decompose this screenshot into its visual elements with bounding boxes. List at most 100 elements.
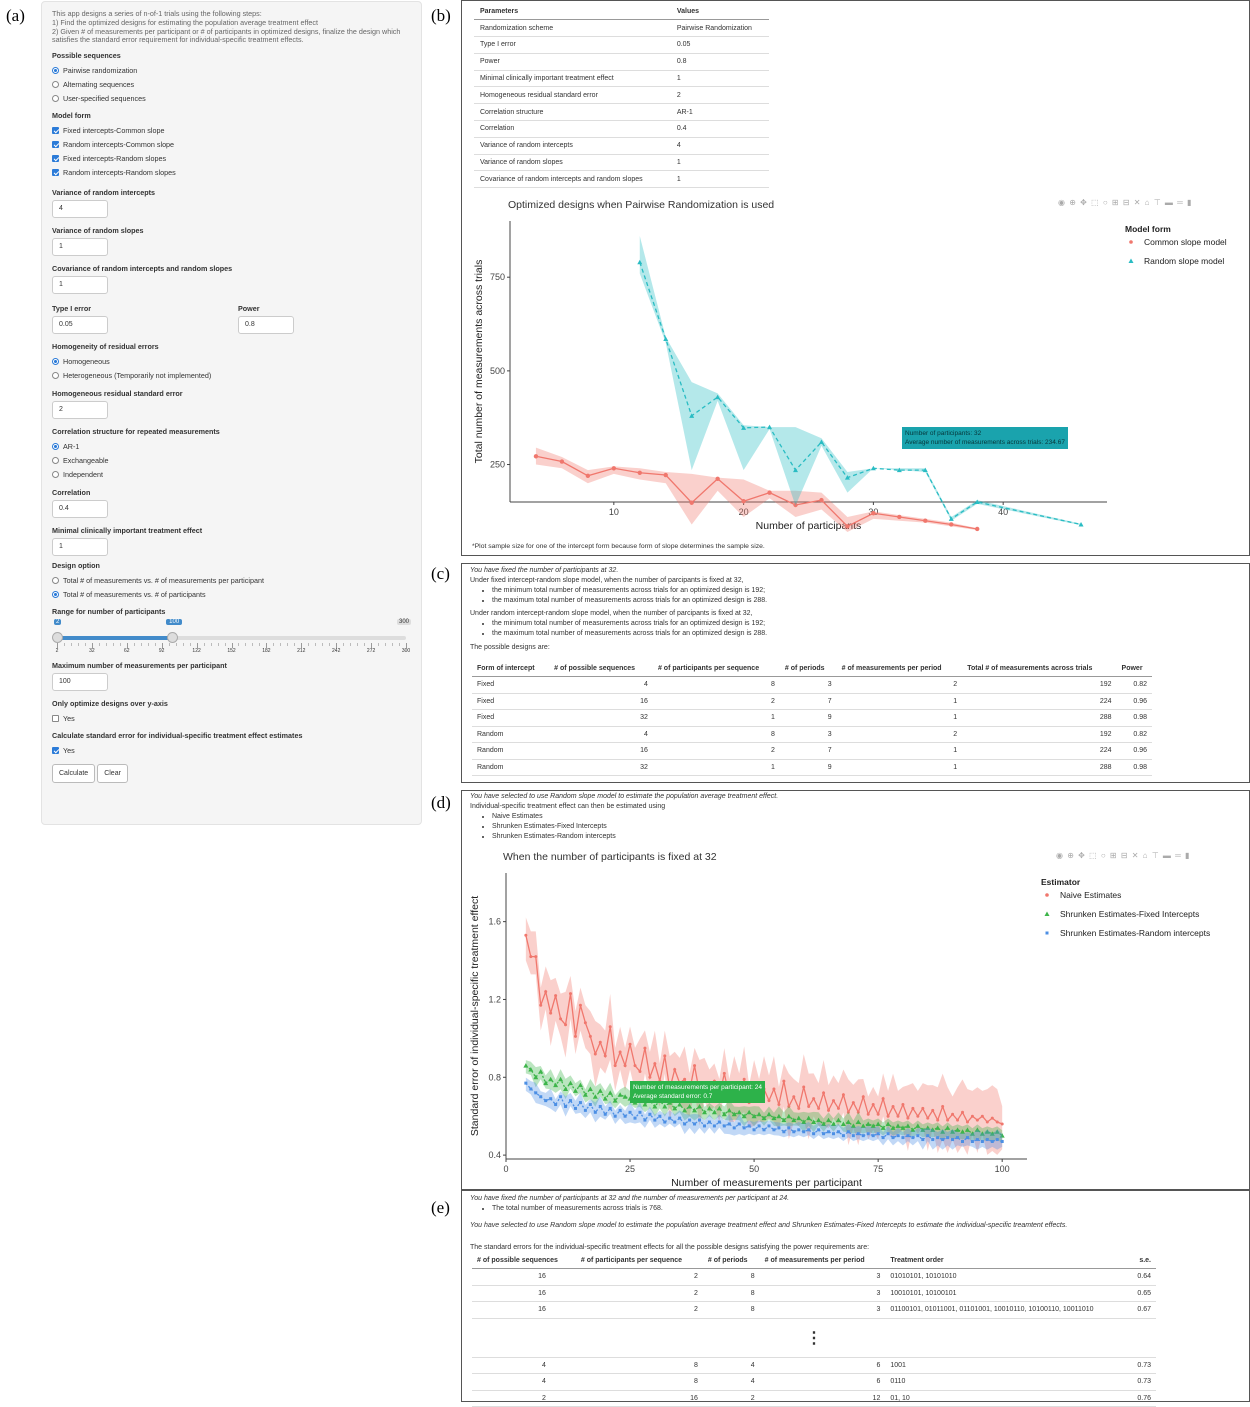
radio-independent[interactable]: Independent: [52, 467, 411, 481]
data-point: [688, 1118, 692, 1122]
mcid-input[interactable]: 1: [52, 538, 108, 557]
data-point: [762, 1128, 766, 1132]
data-point: [539, 1003, 543, 1007]
slider-minor-tick: [77, 643, 79, 647]
table-cell: 0.98: [1116, 709, 1152, 727]
panel-d: You have selected to use Random slope mo…: [461, 790, 1250, 1190]
slider-max-handle[interactable]: [167, 632, 179, 644]
checkbox-only-y[interactable]: Yes: [52, 711, 411, 725]
data-point: [881, 1136, 885, 1140]
slider-min-handle[interactable]: [52, 632, 63, 644]
radio-ar1[interactable]: AR-1: [52, 439, 411, 453]
data-point: [831, 1132, 835, 1136]
option-label: Yes: [63, 745, 75, 755]
table-cell: 16: [549, 742, 653, 760]
data-point: [722, 1071, 726, 1075]
intro-text: This app designs a series of n-of-1 tria…: [52, 9, 411, 45]
power-input[interactable]: 0.8: [238, 316, 294, 335]
max-measurements-input[interactable]: 100: [52, 673, 108, 692]
radio-homogeneous[interactable]: Homogeneous: [52, 354, 411, 368]
clear-button[interactable]: Clear: [97, 764, 128, 784]
data-point: [613, 1064, 617, 1068]
covariance-input[interactable]: 1: [52, 276, 108, 295]
data-point: [896, 1114, 900, 1118]
radio-user-specified[interactable]: User-specified sequences: [52, 91, 411, 105]
panel-e-item: The total number of measurements across …: [492, 1204, 1245, 1214]
checkbox-calc-se[interactable]: Yes: [52, 743, 411, 757]
radio-design-participants[interactable]: Total # of measurements vs. # of partici…: [52, 587, 411, 601]
table-cell: 0.64: [1128, 1268, 1156, 1286]
table-cell: 3: [759, 1268, 886, 1286]
chart-b-footnote: *Plot sample size for one of the interce…: [472, 543, 765, 550]
data-point: [980, 1139, 984, 1143]
table-cell: 2: [652, 742, 780, 760]
table-cell: Fixed: [472, 693, 550, 710]
checkbox-checked-icon: [52, 168, 59, 176]
data-point: [819, 497, 824, 503]
data-point: [683, 1122, 687, 1126]
y-axis-label: Total number of measurements across tria…: [473, 260, 485, 464]
table-cell: Random: [472, 742, 550, 760]
checkbox-fixed-random[interactable]: Fixed intercepts-Random slopes: [52, 151, 411, 165]
random-intro: Under random intercept-random slope mode…: [470, 610, 753, 617]
data-point: [866, 1112, 870, 1116]
data-point: [841, 1093, 845, 1097]
slider-top-badge: 300: [396, 619, 411, 626]
radio-icon: [52, 456, 59, 464]
slider-minor-tick: [252, 643, 254, 647]
checkbox-fixed-common[interactable]: Fixed intercepts-Common slope: [52, 123, 411, 137]
type1-input[interactable]: 0.05: [52, 316, 108, 335]
table-cell: Random: [472, 759, 550, 776]
data-point: [578, 1003, 582, 1007]
checkbox-random-common[interactable]: Random intercepts-Common slope: [52, 137, 411, 151]
table-cell: 192: [962, 726, 1117, 743]
se-row: 4 8 4 6 1001 0.73: [472, 1357, 1156, 1374]
residual-input[interactable]: 2: [52, 401, 108, 420]
slider-minor-tick: [259, 643, 261, 647]
modebar[interactable]: ◉ ⊕ ✥ ⬚ ○ ⊞ ⊟ ✕ ⌂ ⊤ ▬ ═ ▮: [1056, 851, 1190, 860]
estimator-item: Shrunken Estimates-Random intercepts: [492, 832, 778, 842]
data-point: [956, 1118, 960, 1122]
slider-minor-tick: [119, 643, 121, 647]
slider-minor-tick: [322, 643, 324, 647]
data-point: [767, 490, 772, 495]
param-name: Randomization scheme: [474, 19, 671, 38]
data-point: [603, 1112, 607, 1116]
chart-d-tooltip: Number of measurements per participant: …: [630, 1081, 765, 1103]
var-slopes-input[interactable]: 1: [52, 238, 108, 257]
correlation-label: Correlation: [52, 488, 91, 498]
correlation-input[interactable]: 0.4: [52, 500, 108, 519]
data-point: [767, 1124, 771, 1128]
slider-tick-label: 152: [227, 648, 236, 655]
data-point: [797, 1128, 801, 1132]
x-tick-label: 50: [749, 1164, 759, 1174]
slider-minor-tick: [238, 643, 240, 647]
data-point: [689, 500, 694, 505]
chart-b-tooltip: Number of participants: 32 Average numbe…: [902, 427, 1068, 449]
data-point: [911, 1106, 915, 1110]
checkbox-random-random[interactable]: Random intercepts-Random slopes: [52, 165, 411, 179]
data-point: [876, 1132, 880, 1136]
param-name: Homogeneous residual standard error: [474, 86, 671, 105]
y-tick-label: 750: [490, 272, 505, 282]
data-point: [583, 1021, 587, 1025]
model-form-label: Model form: [52, 111, 91, 121]
table-cell: 1: [836, 693, 963, 710]
data-point: [871, 1134, 875, 1138]
radio-alternating[interactable]: Alternating sequences: [52, 77, 411, 91]
radio-heterogeneous[interactable]: Heterogeneous (Temporarily not implement…: [52, 368, 411, 382]
chart-d-svg: 0.4 0.8 1.2 1.6 0 25 50 75 100 Number of measurem…: [469, 873, 1210, 1189]
col-header: s.e.: [1128, 1252, 1156, 1269]
calculate-button[interactable]: Calculate: [52, 764, 96, 784]
radio-pairwise[interactable]: Pairwise randomization: [52, 63, 411, 77]
radio-design-per-participant[interactable]: Total # of measurements vs. # of measure…: [52, 573, 411, 587]
var-intercepts-input[interactable]: 4: [52, 200, 108, 219]
data-point: [995, 1138, 999, 1142]
covariance-label: Covariance of random intercepts and rand…: [52, 264, 233, 274]
slider-min-badge: 2: [54, 619, 62, 626]
data-point: [752, 1128, 756, 1132]
corr-structure-label: Correlation structure for repeated measu…: [52, 427, 220, 437]
legend-label: Common slope model: [1144, 237, 1227, 247]
radio-exchangeable[interactable]: Exchangeable: [52, 453, 411, 467]
participants-range-slider[interactable]: 2 100 300 2 32 62 92 122 152 182 212 242 272 300: [52, 619, 411, 655]
